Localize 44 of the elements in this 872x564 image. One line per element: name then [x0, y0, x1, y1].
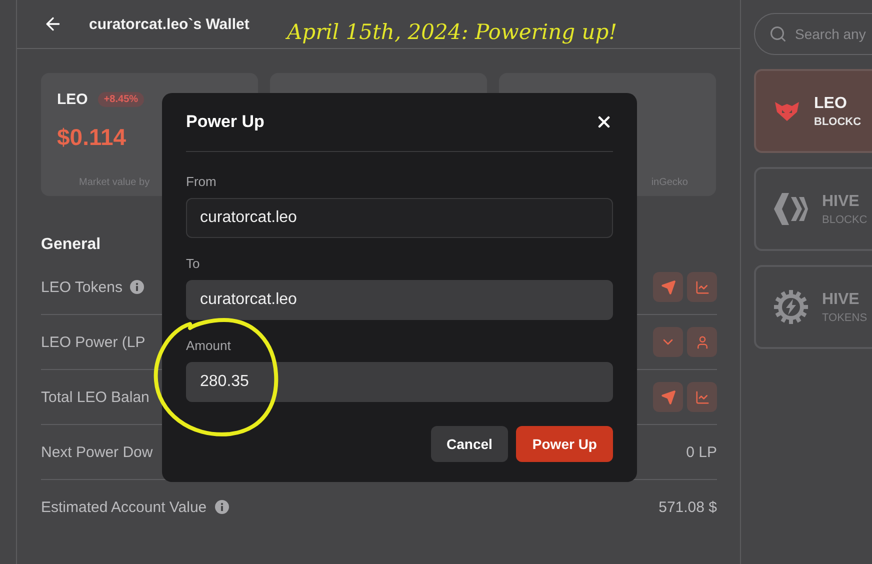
row-label: LEO Power (LP [41, 334, 146, 350]
token-card[interactable]: LEO BLOCKC [754, 69, 872, 153]
row-label: Estimated Account Value [41, 498, 207, 516]
row-label: Total LEO Balan [41, 388, 150, 406]
send-button[interactable] [653, 272, 683, 302]
search-icon [769, 25, 787, 43]
line-chart-icon [694, 280, 710, 294]
chart-button[interactable] [687, 382, 717, 412]
token-category: BLOCKC [814, 116, 862, 128]
paper-plane-icon [660, 390, 676, 404]
section-title: General [41, 236, 102, 254]
wallet-title: curatorcat.leo`s Wallet [89, 16, 250, 32]
line-chart-icon [694, 390, 710, 404]
row-label: Next Power Dow [41, 444, 153, 460]
change-badge: +8.45% [98, 92, 144, 107]
search-field[interactable]: Search any [754, 13, 872, 55]
token-category: TOKENS [822, 312, 868, 324]
paper-plane-icon [660, 280, 676, 294]
dialog-title: Power Up [186, 112, 264, 132]
token-symbol: LEO [57, 91, 88, 108]
gear-bolt-icon [774, 290, 808, 324]
row-value: 571.08 $ [658, 498, 717, 516]
user-icon [694, 334, 710, 350]
row-value: 0 LP [686, 444, 717, 460]
hive-logo-icon [774, 193, 808, 225]
token-name: LEO [814, 94, 848, 112]
delegate-button[interactable] [687, 327, 717, 357]
field-label: From [186, 174, 218, 189]
row-label: LEO Tokens [41, 278, 122, 296]
cancel-button[interactable]: Cancel [430, 426, 508, 462]
chart-button[interactable] [687, 272, 717, 302]
token-name: HIVE [822, 290, 860, 308]
token-name: HIVE [822, 192, 860, 210]
input-field[interactable]: curatorcat.leo [186, 280, 613, 320]
input-field[interactable]: 280.35 [186, 362, 613, 402]
power-up-button[interactable]: Power Up [516, 426, 613, 462]
send-button[interactable] [653, 382, 683, 412]
power-down-button[interactable] [653, 327, 683, 357]
token-price: $0.114 [57, 124, 128, 151]
annotation-text: April 15th, 2024: Powering up! [287, 20, 618, 44]
token-category: BLOCKC [822, 214, 868, 226]
field-label: Amount [186, 338, 232, 353]
fox-logo-icon [774, 100, 800, 122]
field-label: To [186, 256, 201, 271]
